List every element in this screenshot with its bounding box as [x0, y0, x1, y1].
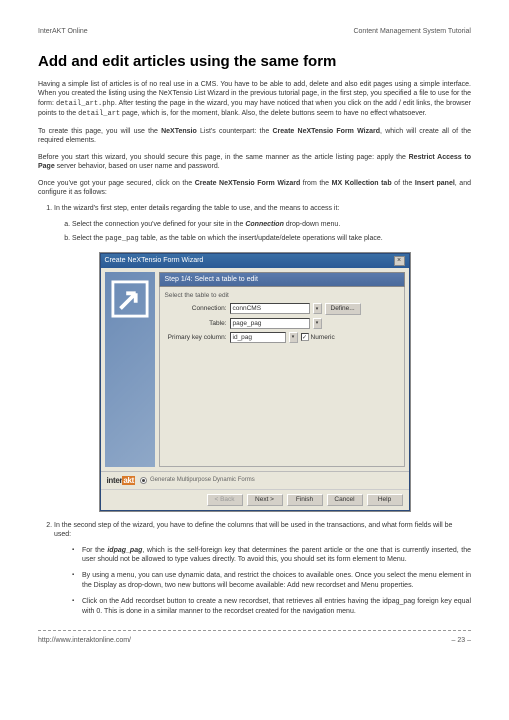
chevron-down-icon[interactable]: ▾	[289, 332, 298, 343]
arrow-icon	[111, 280, 149, 318]
intro-p4: Once you've got your page secured, click…	[38, 179, 471, 198]
wizard-dialog: Create NeXTensio Form Wizard × Step 1/4:…	[100, 253, 410, 511]
help-button[interactable]: Help	[367, 494, 403, 506]
wizard-group-label: Select the table to edit	[165, 292, 399, 299]
numeric-checkbox[interactable]: ✓	[301, 333, 309, 341]
table-select[interactable]: page_pag	[230, 318, 310, 329]
chevron-down-icon[interactable]: ▾	[313, 303, 322, 314]
bullet-1: For the idpag_pag, which is the self-for…	[72, 546, 471, 565]
numeric-label: Numeric	[311, 334, 335, 341]
wizard-step-header: Step 1/4: Select a table to edit	[159, 272, 405, 287]
step-2: In the second step of the wizard, you ha…	[54, 521, 471, 617]
table-label: Table:	[165, 320, 227, 327]
finish-button[interactable]: Finish	[287, 494, 323, 506]
pk-label: Primary key column:	[165, 334, 227, 341]
wizard-title: Create NeXTensio Form Wizard	[105, 257, 204, 264]
step-1b: Select the page_pag table, as the table …	[72, 234, 471, 244]
step-1: In the wizard's first step, enter detail…	[54, 204, 471, 244]
intro-p2: To create this page, you will use the Ne…	[38, 127, 471, 146]
define-button[interactable]: Define...	[325, 303, 361, 315]
next-button[interactable]: Next >	[247, 494, 283, 506]
bullet-3: Click on the Add recordset button to cre…	[72, 597, 471, 616]
intro-p3: Before you start this wizard, you should…	[38, 153, 471, 172]
page-title: Add and edit articles using the same for…	[38, 53, 471, 70]
header-right: Content Management System Tutorial	[353, 28, 471, 35]
intro-p1: Having a simple list of articles is of n…	[38, 80, 471, 120]
interakt-logo: interakt	[107, 476, 136, 485]
footer-page: – 23 –	[452, 637, 471, 644]
bullet-2: By using a menu, you can use dynamic dat…	[72, 571, 471, 590]
chevron-down-icon[interactable]: ▾	[313, 318, 322, 329]
generate-radio[interactable]	[140, 477, 147, 484]
connection-select[interactable]: connCMS	[230, 303, 310, 314]
footer-url: http://www.interaktonline.com/	[38, 637, 131, 644]
divider	[38, 630, 471, 631]
connection-label: Connection:	[165, 305, 227, 312]
header-left: InterAKT Online	[38, 28, 88, 35]
back-button: < Back	[207, 494, 243, 506]
wizard-sidebar-graphic	[105, 272, 155, 467]
pk-select[interactable]: id_pag	[230, 332, 286, 343]
step-1a: Select the connection you've defined for…	[72, 220, 471, 229]
close-icon[interactable]: ×	[394, 256, 405, 266]
cancel-button[interactable]: Cancel	[327, 494, 363, 506]
generate-label: Generate Multipurpose Dynamic Forms	[150, 477, 255, 483]
